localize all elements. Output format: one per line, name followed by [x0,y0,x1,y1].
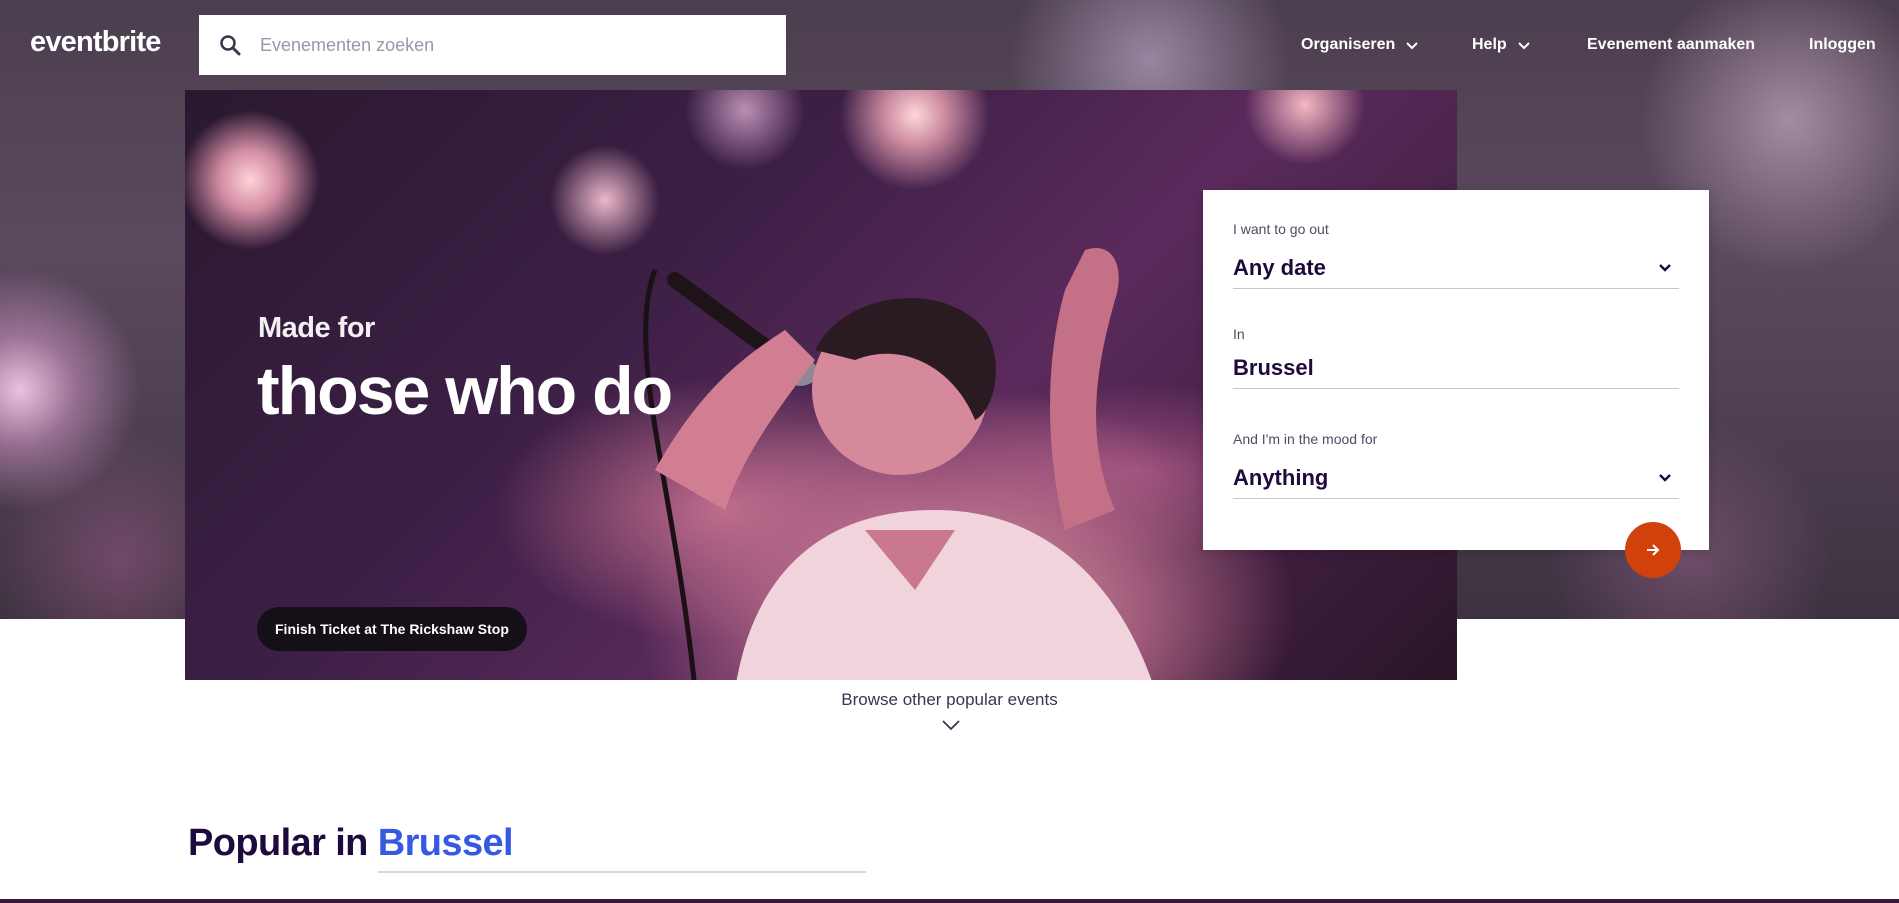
city-underline [378,871,866,873]
search-bar[interactable] [199,15,786,75]
search-input[interactable] [258,24,762,66]
eventbrite-logo[interactable]: eventbrite [30,26,161,59]
date-label: I want to go out [1233,221,1329,237]
chevron-down-icon [1659,264,1671,272]
nav-organize-label: Organiseren [1301,36,1396,53]
nav-create-event-label: Evenement aanmaken [1587,36,1756,53]
mood-select[interactable]: Anything [1233,458,1679,499]
chevron-down-icon [1517,42,1530,50]
search-go-button[interactable] [1625,522,1681,578]
photo-credit-badge[interactable]: Finish Ticket at The Rickshaw Stop [257,607,527,651]
mood-value: Anything [1233,465,1329,490]
popular-heading: Popular in Brussel [188,822,514,865]
nav-organize[interactable]: Organiseren [1301,36,1419,54]
browse-popular-link[interactable]: Browse other popular events [0,690,1899,710]
nav-help-label: Help [1472,36,1507,53]
chevron-down-icon[interactable] [941,718,961,732]
top-header: eventbrite Organiseren Help Evenement aa… [0,0,1899,90]
date-select[interactable]: Any date [1233,248,1679,289]
event-filter-panel: I want to go out Any date In Brussel And… [1203,190,1709,550]
location-label: In [1233,326,1245,342]
nav-help[interactable]: Help [1472,36,1531,54]
popular-city-selector[interactable]: Brussel [378,822,514,864]
location-value: Brussel [1233,355,1314,380]
nav-login[interactable]: Inloggen [1809,36,1876,54]
nav-create-event[interactable]: Evenement aanmaken [1587,36,1755,54]
date-value: Any date [1233,255,1326,280]
mood-label: And I'm in the mood for [1233,431,1378,447]
singer-silhouette [643,248,1152,680]
hero-title: those who do [257,353,673,429]
browse-label: Browse other popular events [841,690,1058,709]
bottom-strip [0,899,1899,903]
arrow-right-icon [1647,544,1660,556]
hero-subtitle: Made for [258,312,375,344]
location-field[interactable]: Brussel [1233,348,1679,389]
chevron-down-icon [1406,42,1418,50]
chevron-down-icon [1659,474,1671,482]
search-icon [220,35,241,56]
nav-login-label: Inloggen [1809,36,1876,53]
popular-prefix: Popular in [188,822,368,864]
